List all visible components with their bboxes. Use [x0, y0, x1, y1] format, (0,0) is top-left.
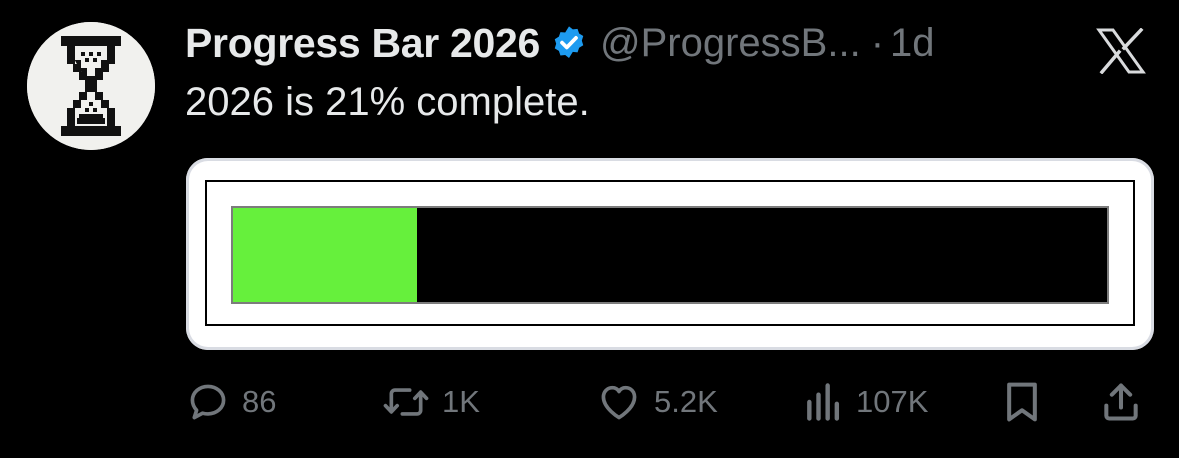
views-chart-icon [807, 383, 840, 421]
tweet-timestamp[interactable]: 1d [890, 21, 935, 66]
reply-count: 86 [242, 384, 277, 419]
share-icon [1104, 383, 1138, 421]
like-button[interactable]: 5.2K [596, 372, 718, 432]
repost-button[interactable]: 1K [382, 372, 480, 432]
views-count: 107K [856, 384, 929, 419]
share-button[interactable] [1100, 372, 1142, 432]
repost-count: 1K [442, 384, 480, 419]
like-count: 5.2K [654, 384, 718, 419]
tweet-text: 2026 is 21% complete. [185, 80, 590, 124]
tweet-header: Progress Bar 2026 @ProgressB... · 1d [185, 18, 935, 68]
reply-button[interactable]: 86 [186, 372, 276, 432]
separator-dot: · [870, 20, 885, 65]
reply-icon [190, 384, 226, 420]
author-name[interactable]: Progress Bar 2026 [185, 20, 540, 67]
bookmark-button[interactable] [1002, 372, 1042, 432]
progress-frame [205, 180, 1135, 326]
progress-bar-image[interactable] [186, 158, 1154, 350]
avatar[interactable] [27, 22, 155, 150]
heart-icon [601, 385, 637, 420]
repost-icon [383, 388, 429, 416]
hourglass-icon [27, 22, 155, 150]
views-button[interactable]: 107K [804, 372, 928, 432]
tweet-actions: 86 1K 5.2K 107K [186, 372, 1150, 432]
progress-fill [233, 208, 417, 302]
progress-track [231, 206, 1109, 304]
bookmark-icon [1007, 382, 1037, 422]
x-logo-icon[interactable] [1096, 27, 1146, 75]
author-handle[interactable]: @ProgressB... [600, 21, 861, 66]
verified-badge-icon [550, 24, 588, 62]
